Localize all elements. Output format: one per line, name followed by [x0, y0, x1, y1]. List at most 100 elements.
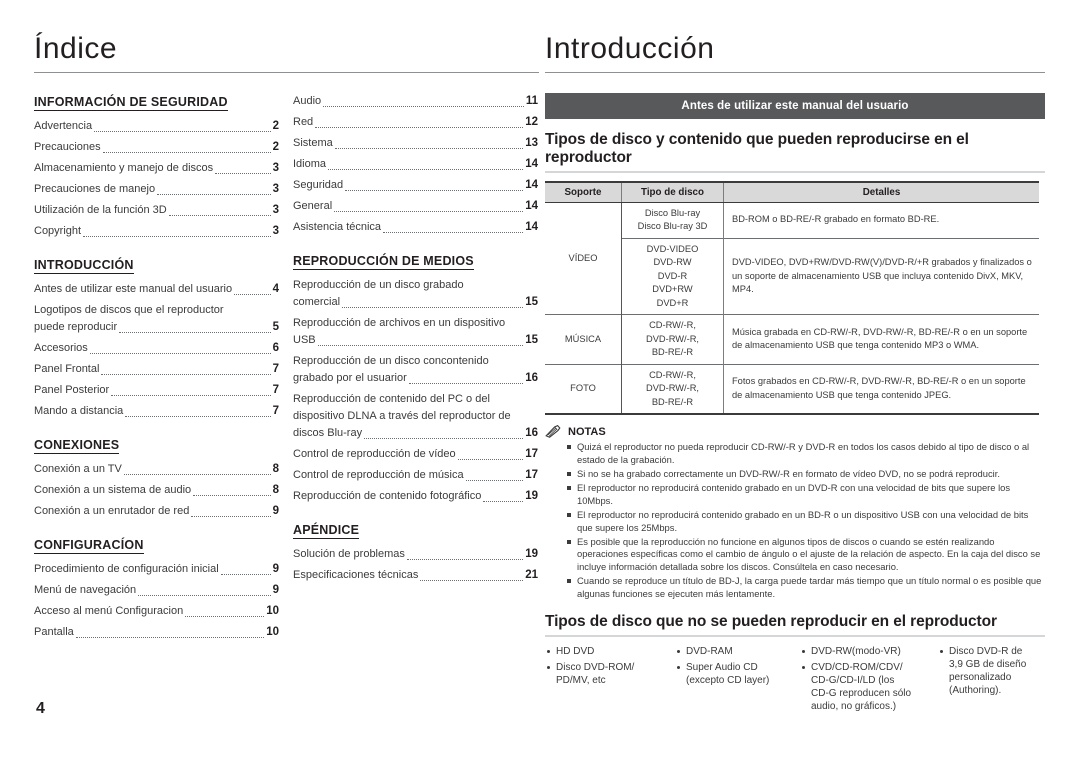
unsupported-list: Disco DVD-R de 3,9 GB de diseño personal…	[938, 645, 1033, 697]
toc-entry-line: Reproducción de contenido fotográfico 19	[293, 488, 538, 505]
toc-entry[interactable]: Reproducción de un disco concontenido gra…	[293, 353, 538, 387]
toc-entry-label: Precauciones	[34, 141, 101, 153]
page-title-introduccion: Introducción	[545, 34, 1045, 73]
toc-entry[interactable]: Seguridad 14	[293, 177, 538, 194]
toc-leader-dots	[220, 573, 271, 575]
toc-leader-dots	[420, 579, 524, 581]
page-title-indice: Índice	[34, 34, 539, 73]
toc-entry[interactable]: Logotipos de discos que el reproductor pu…	[34, 302, 279, 336]
toc-entry-page: 3	[272, 204, 279, 216]
toc-entry[interactable]: Precauciones 2	[34, 139, 279, 156]
toc-leader-dots	[138, 594, 271, 596]
toc-entry-page: 14	[525, 158, 538, 170]
toc-entry-page: 10	[266, 626, 279, 638]
toc-entry[interactable]: Mando a distancia 7	[34, 403, 279, 420]
toc-entry[interactable]: Panel Posterior 7	[34, 382, 279, 399]
toc-entry[interactable]: Conexión a un enrutador de red 9	[34, 503, 279, 520]
toc-entry[interactable]: Advertencia 2	[34, 118, 279, 135]
toc-entry[interactable]: Conexión a un sistema de audio 8	[34, 482, 279, 499]
unplayable-discs-heading: Tipos de disco que no se pueden reproduc…	[545, 613, 997, 630]
toc-entry-page: 3	[272, 162, 279, 174]
toc-entry-page: 15	[525, 296, 538, 308]
unsupported-item: Disco DVD-R de 3,9 GB de diseño personal…	[938, 645, 1033, 697]
toc-entry-label: Advertencia	[34, 120, 93, 132]
toc-entry[interactable]: Precauciones de manejo 3	[34, 181, 279, 198]
toc-entry[interactable]: Reproducción de un disco grabado comercia…	[293, 277, 538, 311]
toc-entry-label: Conexión a un enrutador de red	[34, 505, 190, 517]
toc-entry-line: puede reproducir 5	[34, 319, 279, 336]
toc-entry-label: Sistema	[293, 137, 333, 149]
toc-entry[interactable]: Control de reproducción de música 17	[293, 467, 538, 484]
toc-leader-dots	[483, 500, 524, 502]
toc-entry[interactable]: General 14	[293, 198, 538, 215]
toc-entry[interactable]: Audio 11	[293, 93, 538, 110]
toc-leader-dots	[215, 172, 271, 174]
toc-entry[interactable]: Utilización de la función 3D 3	[34, 202, 279, 219]
toc-leader-dots	[465, 479, 524, 481]
right-page-introduccion: Introducción Antes de utilizar este manu…	[545, 34, 1045, 734]
unsupported-list: HD DVD Disco DVD-ROM/ PD/MV, etc	[545, 645, 669, 687]
unsupported-list: DVD-RAM Super Audio CD (excepto CD layer)	[675, 645, 794, 687]
note-item: Cuando se reproduce un título de BD-J, l…	[567, 575, 1045, 600]
toc-entry[interactable]: Red 12	[293, 114, 538, 131]
toc-entry-label: General	[293, 200, 333, 212]
toc-entry[interactable]: Menú de navegación 9	[34, 582, 279, 599]
toc-entry[interactable]: Reproducción de archivos en un dispositi…	[293, 315, 538, 349]
toc-entry-page: 9	[272, 505, 279, 517]
toc-entry[interactable]: Almacenamiento y manejo de discos 3	[34, 160, 279, 177]
toc-entry[interactable]: Pantalla 10	[34, 624, 279, 641]
toc-group-title: CONEXIONES	[34, 438, 120, 454]
toc-entry-line: Conexión a un enrutador de red 9	[34, 503, 279, 520]
note-item: Es posible que la reproducción no funcio…	[567, 536, 1045, 573]
table-cell-disc-kind: DVD-VIDEO DVD-RW DVD-R DVD+RW DVD+R	[621, 237, 724, 315]
toc-entry-page: 9	[272, 584, 279, 596]
toc-entry-label: Panel Posterior	[34, 384, 110, 396]
toc-entry-label: discos Blu-ray	[293, 427, 363, 439]
toc-entry[interactable]: Reproducción de contenido fotográfico 19	[293, 488, 538, 505]
unsupported-list: DVD-RW(modo-VR) CVD/CD-ROM/CDV/ CD-G/CD-I…	[800, 645, 932, 713]
toc-entry[interactable]: Accesorios 6	[34, 340, 279, 357]
toc-entry[interactable]: Reproducción de contenido del PC o del di…	[293, 391, 538, 442]
toc-entry[interactable]: Asistencia técnica 14	[293, 219, 538, 236]
toc-leader-dots	[119, 331, 271, 333]
toc-entry[interactable]: Especificaciones técnicas 21	[293, 567, 538, 584]
toc-group: INTRODUCCIÓN Antes de utilizar este manua…	[34, 256, 279, 420]
toc-entry[interactable]: Conexión a un TV 8	[34, 461, 279, 478]
toc-leader-dots	[383, 231, 524, 233]
toc-entry[interactable]: Idioma 14	[293, 156, 538, 173]
toc-entry-line: Conexión a un TV 8	[34, 461, 279, 478]
toc-entry[interactable]: Procedimiento de configuración inicial 9	[34, 561, 279, 578]
note-item: Quizá el reproductor no pueda reproducir…	[567, 441, 1045, 466]
table-cell-details: DVD-VIDEO, DVD+RW/DVD-RW(V)/DVD-R/+R gra…	[723, 237, 1039, 315]
toc-entry-line: USB 15	[293, 332, 538, 349]
table-cell-disc-kind: Disco Blu-ray Disco Blu-ray 3D	[621, 202, 724, 239]
unsupported-column: DVD-RAM Super Audio CD (excepto CD layer)	[675, 645, 800, 716]
toc-entry[interactable]: Solución de problemas 19	[293, 546, 538, 563]
toc-entry-line: Panel Frontal 7	[34, 361, 279, 378]
toc-column: Audio 11 Red 12 Sistema 13 Idioma 14 Seguridad 14…	[293, 93, 538, 645]
toc-entry-label: Menú de navegación	[34, 584, 137, 596]
toc-leader-dots	[315, 126, 524, 128]
toc-entry[interactable]: Acceso al menú Configuracion 10	[34, 603, 279, 620]
unsupported-column: HD DVD Disco DVD-ROM/ PD/MV, etc	[545, 645, 675, 716]
toc-entry[interactable]: Copyright 3	[34, 223, 279, 240]
toc-entry-wrap-line: Reproducción de archivos en un dispositi…	[293, 317, 506, 329]
toc-group-title: REPRODUCCIÓN DE MEDIOS	[293, 254, 474, 270]
section-banner: Antes de utilizar este manual del usuari…	[545, 93, 1045, 119]
toc-entry-page: 12	[525, 116, 538, 128]
toc-entry[interactable]: Sistema 13	[293, 135, 538, 152]
toc-entry-label: USB	[293, 334, 316, 346]
toc-entry-line: Precauciones 2	[34, 139, 279, 156]
toc-entry-page: 11	[525, 95, 538, 107]
toc-entry[interactable]: Control de reproducción de vídeo 17	[293, 446, 538, 463]
toc-leader-dots	[334, 210, 524, 212]
toc-leader-dots	[345, 189, 524, 191]
toc-entry-line: Asistencia técnica 14	[293, 219, 538, 236]
toc-entry[interactable]: Panel Frontal 7	[34, 361, 279, 378]
toc-entry-line: Conexión a un sistema de audio 8	[34, 482, 279, 499]
toc-entry-page: 14	[525, 221, 538, 233]
toc-entry[interactable]: Antes de utilizar este manual del usuari…	[34, 281, 279, 298]
toc-group: APÉNDICE Solución de problemas 19 Especific…	[293, 521, 538, 584]
toc-leader-dots	[89, 352, 271, 354]
toc-entry-wrap-line: Reproducción de un disco concontenido	[293, 355, 489, 367]
